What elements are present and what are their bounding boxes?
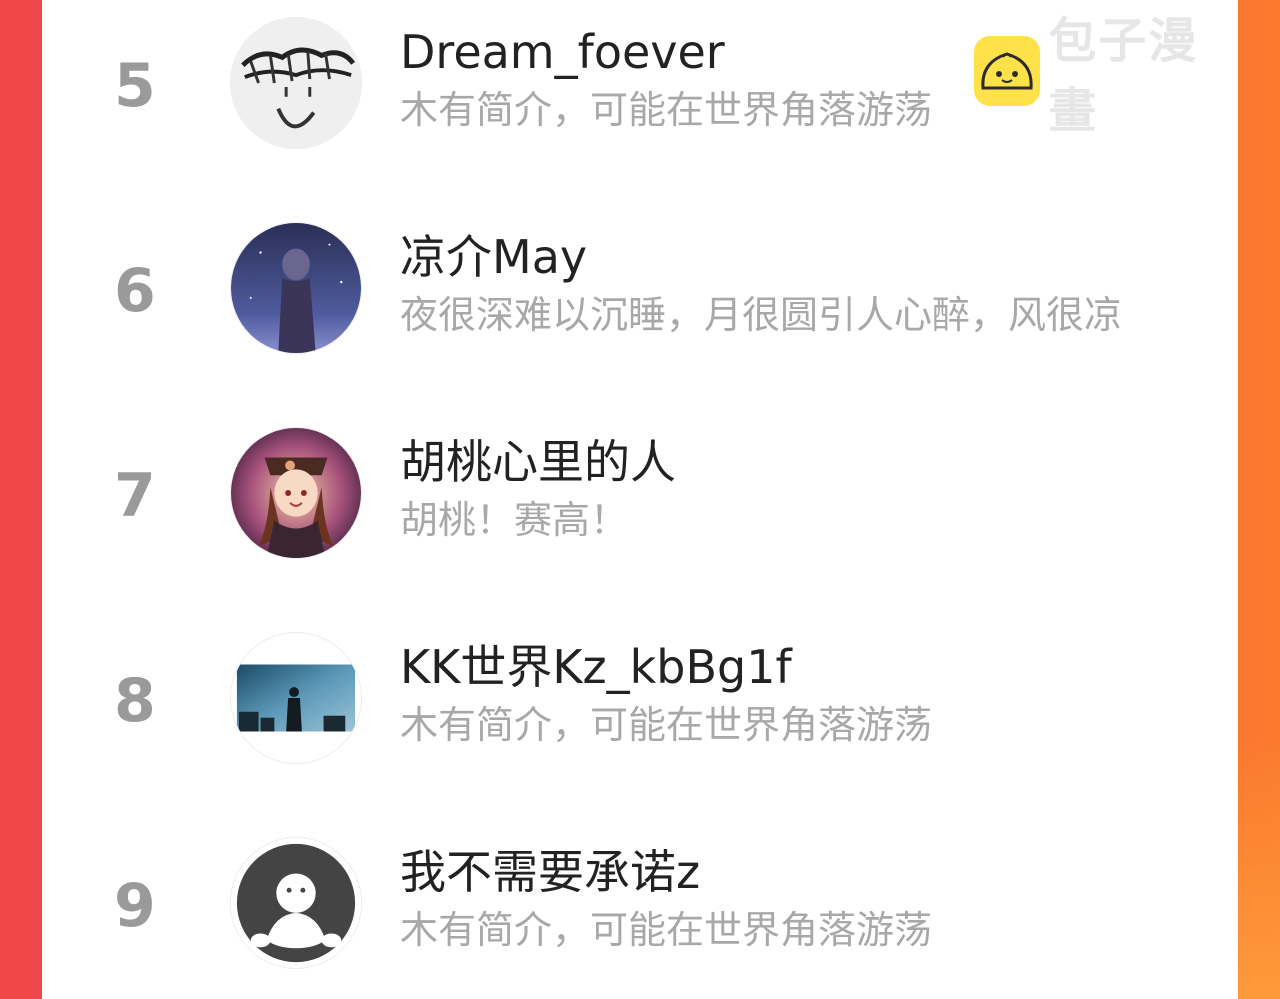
user-name[interactable]: 胡桃心里的人	[400, 434, 676, 490]
user-name[interactable]: KK世界Kz_kbBg1f	[400, 639, 792, 695]
avatar[interactable]	[230, 222, 362, 354]
rank-number: 7	[114, 461, 156, 531]
user-name[interactable]: 我不需要承诺z	[400, 844, 700, 900]
ranking-row[interactable]: 9 我不需要承诺z 木有简介，可能在世界角落游荡	[42, 832, 1238, 972]
user-name[interactable]: Dream_foever	[400, 24, 725, 80]
ranking-panel: 5 Dream_foever 木有简介，可能在世界角落游荡 包子漫畫 6 凉介M…	[42, 0, 1238, 999]
user-bio: 胡桃！赛高！	[400, 498, 629, 542]
background-glow	[1238, 739, 1280, 999]
ranking-row[interactable]: 8 KK世界Kz_kbBg1f 木有简介，可能在世界角落游荡	[42, 627, 1238, 767]
watermark-text: 包子漫畫	[1048, 13, 1199, 139]
avatar[interactable]	[230, 837, 362, 969]
rank-number: 8	[114, 666, 156, 736]
rank-number: 5	[114, 51, 156, 121]
user-bio: 木有简介，可能在世界角落游荡	[400, 703, 933, 747]
avatar[interactable]	[230, 427, 362, 559]
user-bio: 夜很深难以沉睡，月很圆引人心醉，风很凉	[400, 293, 1123, 337]
rank-number: 6	[114, 256, 156, 326]
user-name[interactable]: 凉介May	[400, 229, 587, 285]
rank-number: 9	[114, 871, 156, 941]
user-bio: 木有简介，可能在世界角落游荡	[400, 908, 933, 952]
user-bio: 木有简介，可能在世界角落游荡	[400, 88, 933, 132]
avatar[interactable]	[230, 17, 362, 149]
bun-logo-icon	[974, 36, 1041, 106]
ranking-row[interactable]: 6 凉介May 夜很深难以沉睡，月很圆引人心醉，风很凉	[42, 217, 1238, 357]
ranking-row[interactable]: 7 胡桃心里的人 胡桃！赛高！	[42, 422, 1238, 562]
avatar[interactable]	[230, 632, 362, 764]
watermark-logo: 包子漫畫	[974, 13, 1238, 139]
